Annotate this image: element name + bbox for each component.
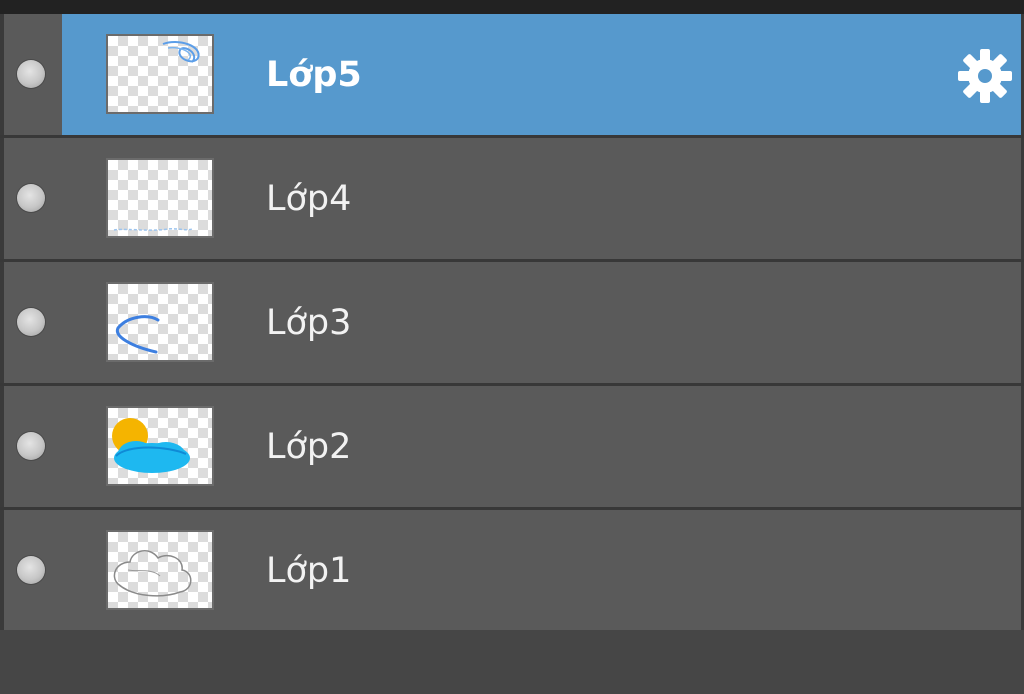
visibility-toggle[interactable] — [17, 60, 45, 88]
layer-thumbnail — [106, 158, 214, 238]
layer-row-5[interactable]: Lớp5 — [0, 14, 1024, 138]
scribble-thumbnail-icon — [162, 40, 200, 63]
gear-icon[interactable] — [956, 47, 1014, 105]
line-thumbnail-icon — [113, 228, 193, 231]
layer-name: Lớp4 — [266, 179, 352, 219]
panel-footer — [0, 630, 1024, 694]
layer-name: Lớp5 — [266, 55, 362, 95]
row-edge-left — [0, 386, 4, 507]
visibility-toggle[interactable] — [17, 556, 45, 584]
layer-row-2[interactable]: Lớp2 — [0, 386, 1024, 510]
layer-row-1[interactable]: Lớp1 — [0, 510, 1024, 634]
row-edge-left — [0, 262, 4, 383]
sun-cloud-thumbnail-icon — [112, 418, 190, 473]
row-edge-left — [0, 14, 4, 135]
layer-name: Lớp2 — [266, 427, 352, 467]
visibility-toggle[interactable] — [17, 308, 45, 336]
layer-row-3[interactable]: Lớp3 — [0, 262, 1024, 386]
visibility-toggle[interactable] — [17, 432, 45, 460]
layer-thumbnail — [106, 282, 214, 362]
cloud-outline-thumbnail-icon — [113, 550, 192, 597]
layer-thumbnail — [106, 34, 214, 114]
arc-thumbnail-icon — [115, 315, 160, 354]
visibility-toggle[interactable] — [17, 184, 45, 212]
layers-list: Lớp5 Lớp4 Lớp3 Lớp2 Lớp1 — [0, 14, 1024, 634]
row-edge-left — [0, 138, 4, 259]
layer-name: Lớp1 — [266, 551, 352, 591]
row-edge-left — [0, 510, 4, 631]
layer-thumbnail — [106, 530, 214, 610]
layer-name: Lớp3 — [266, 303, 352, 343]
panel-top-bar — [0, 0, 1024, 14]
layer-thumbnail — [106, 406, 214, 486]
layer-row-4[interactable]: Lớp4 — [0, 138, 1024, 262]
